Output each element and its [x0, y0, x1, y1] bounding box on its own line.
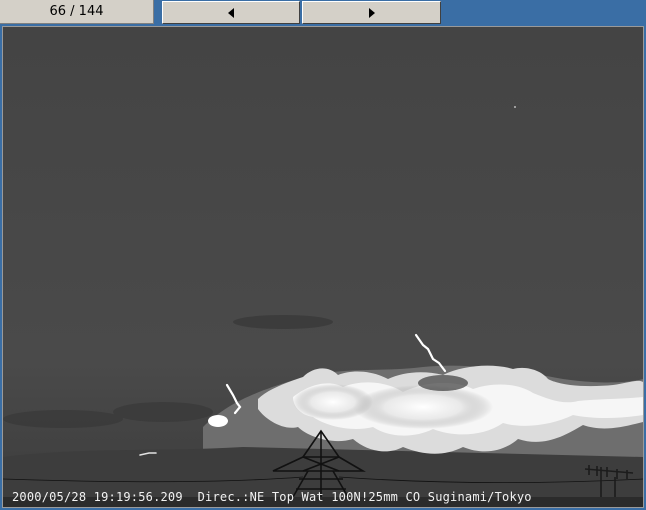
triangle-left-icon [228, 7, 234, 18]
triangle-right-icon [368, 7, 375, 18]
timestamp-caption: 2000/05/28 19:19:56.209 Direc.:NE Top Wa… [12, 490, 532, 504]
next-frame-button[interactable] [302, 1, 441, 24]
camera-frame: 2000/05/28 19:19:56.209 Direc.:NE Top Wa… [2, 26, 644, 508]
previous-frame-button[interactable] [162, 1, 300, 24]
frame-counter: 66 / 144 [0, 0, 154, 24]
viewer-toolbar: 66 / 144 [0, 0, 646, 26]
sprite-image-viewer: 66 / 144 2000/05/28 19:19:56.209 Direc.:… [0, 0, 646, 510]
night-sky-photo [3, 27, 643, 507]
